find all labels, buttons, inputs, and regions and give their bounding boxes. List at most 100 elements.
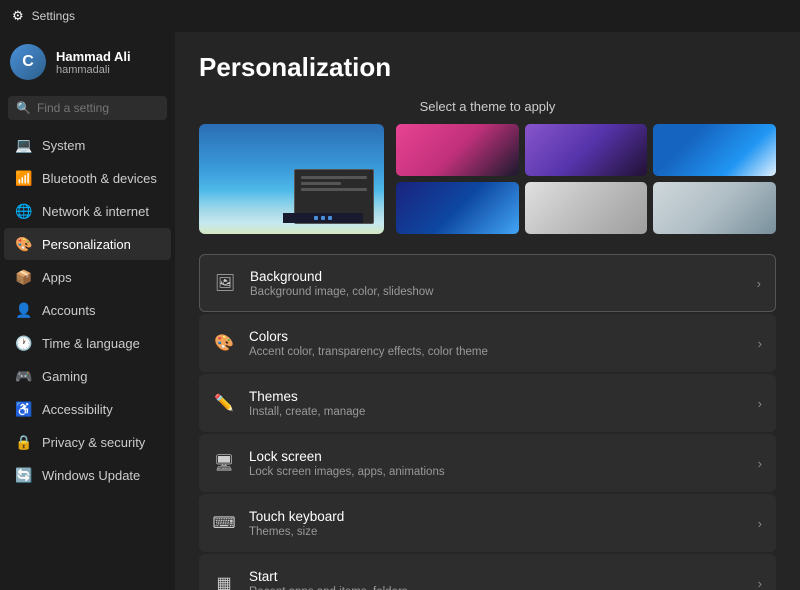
sidebar-item-apps[interactable]: 📦 Apps <box>4 261 171 293</box>
sidebar-item-label-time: Time & language <box>42 336 140 351</box>
search-input[interactable] <box>37 101 159 115</box>
sidebar-item-system[interactable]: 💻 System <box>4 129 171 161</box>
search-box[interactable]: 🔍 <box>8 96 167 120</box>
sidebar-item-label-gaming: Gaming <box>42 369 88 384</box>
theme-thumb-3[interactable] <box>653 124 776 176</box>
settings-item-title-themes: Themes <box>249 389 744 404</box>
theme-thumb-4[interactable] <box>396 182 519 234</box>
settings-item-lockscreen[interactable]: 🖥 Lock screen Lock screen images, apps, an… <box>199 434 776 492</box>
sidebar-item-accessibility[interactable]: ♿ Accessibility <box>4 393 171 425</box>
settings-item-text-colors: Colors Accent color, transparency effects… <box>249 329 744 358</box>
bluetooth-icon: 📶 <box>16 170 32 186</box>
preview-line <box>301 176 367 179</box>
personalization-icon: 🎨 <box>16 236 32 252</box>
sidebar-item-label-system: System <box>42 138 85 153</box>
privacy-icon: 🔒 <box>16 434 32 450</box>
taskbar-dot-2 <box>321 216 325 220</box>
user-info: Hammad Ali hammadali <box>56 49 131 76</box>
theme-thumb-6[interactable] <box>653 182 776 234</box>
chevron-right-icon: › <box>758 516 762 531</box>
theme-label: Select a theme to apply <box>199 99 776 114</box>
settings-item-background[interactable]: 🖼 Background Background image, color, slid… <box>199 254 776 312</box>
title-bar: ⚙ Settings <box>0 0 800 32</box>
theme-thumb-1[interactable] <box>396 124 519 176</box>
colors-icon: 🎨 <box>213 332 235 354</box>
preview-line-short <box>301 182 341 185</box>
settings-list: 🖼 Background Background image, color, slid… <box>199 254 776 590</box>
sidebar: C Hammad Ali hammadali 🔍 💻 System 📶 Bluetoo… <box>0 32 175 590</box>
settings-item-text-themes: Themes Install, create, manage <box>249 389 744 418</box>
page-title: Personalization <box>199 52 776 83</box>
themes-icon: ✏️ <box>213 392 235 414</box>
settings-item-desc-start: Recent apps and items, folders <box>249 586 744 590</box>
sidebar-item-personalization[interactable]: 🎨 Personalization <box>4 228 171 260</box>
sidebar-item-label-update: Windows Update <box>42 468 140 483</box>
settings-item-title-touchkeyboard: Touch keyboard <box>249 509 744 524</box>
settings-item-desc-themes: Install, create, manage <box>249 406 744 418</box>
start-icon: ▦ <box>213 572 235 590</box>
user-profile[interactable]: C Hammad Ali hammadali <box>0 32 175 92</box>
settings-item-title-colors: Colors <box>249 329 744 344</box>
network-icon: 🌐 <box>16 203 32 219</box>
settings-item-title-background: Background <box>250 269 743 284</box>
title-bar-text: Settings <box>32 9 75 23</box>
theme-section: Select a theme to apply <box>199 99 776 234</box>
taskbar-dot-3 <box>328 216 332 220</box>
settings-item-desc-lockscreen: Lock screen images, apps, animations <box>249 466 744 478</box>
settings-item-desc-colors: Accent color, transparency effects, colo… <box>249 346 744 358</box>
system-icon: 💻 <box>16 137 32 153</box>
settings-item-desc-background: Background image, color, slideshow <box>250 286 743 298</box>
settings-item-touchkeyboard[interactable]: ⌨ Touch keyboard Themes, size › <box>199 494 776 552</box>
theme-thumb-5[interactable] <box>525 182 648 234</box>
chevron-right-icon: › <box>758 396 762 411</box>
avatar: C <box>10 44 46 80</box>
sidebar-item-bluetooth[interactable]: 📶 Bluetooth & devices <box>4 162 171 194</box>
update-icon: 🔄 <box>16 467 32 483</box>
sidebar-item-update[interactable]: 🔄 Windows Update <box>4 459 171 491</box>
time-icon: 🕐 <box>16 335 32 351</box>
settings-icon: ⚙ <box>12 8 24 24</box>
settings-item-colors[interactable]: 🎨 Colors Accent color, transparency effect… <box>199 314 776 372</box>
sidebar-item-accounts[interactable]: 👤 Accounts <box>4 294 171 326</box>
lockscreen-icon: 🖥 <box>213 452 235 474</box>
sidebar-item-label-bluetooth: Bluetooth & devices <box>42 171 157 186</box>
search-icon: 🔍 <box>16 101 31 115</box>
theme-thumbnails <box>396 124 776 234</box>
chevron-right-icon: › <box>758 576 762 590</box>
sidebar-item-privacy[interactable]: 🔒 Privacy & security <box>4 426 171 458</box>
nav-list: 💻 System 📶 Bluetooth & devices 🌐 Network & in… <box>0 128 175 492</box>
sidebar-item-label-privacy: Privacy & security <box>42 435 145 450</box>
taskbar-dot-1 <box>314 216 318 220</box>
apps-icon: 📦 <box>16 269 32 285</box>
accounts-icon: 👤 <box>16 302 32 318</box>
gaming-icon: 🎮 <box>16 368 32 384</box>
touchkeyboard-icon: ⌨ <box>213 512 235 534</box>
sidebar-item-label-network: Network & internet <box>42 204 149 219</box>
settings-item-title-start: Start <box>249 569 744 584</box>
preview-screen <box>294 169 374 224</box>
settings-item-start[interactable]: ▦ Start Recent apps and items, folders › <box>199 554 776 590</box>
sidebar-item-label-apps: Apps <box>42 270 72 285</box>
accessibility-icon: ♿ <box>16 401 32 417</box>
sidebar-item-label-personalization: Personalization <box>42 237 131 252</box>
settings-item-text-lockscreen: Lock screen Lock screen images, apps, ani… <box>249 449 744 478</box>
settings-item-text-start: Start Recent apps and items, folders <box>249 569 744 590</box>
sidebar-item-network[interactable]: 🌐 Network & internet <box>4 195 171 227</box>
user-name: Hammad Ali <box>56 49 131 64</box>
settings-item-desc-touchkeyboard: Themes, size <box>249 526 744 538</box>
settings-item-text-background: Background Background image, color, slide… <box>250 269 743 298</box>
preview-line-2 <box>301 188 367 191</box>
settings-item-themes[interactable]: ✏️ Themes Install, create, manage › <box>199 374 776 432</box>
content-area: Personalization Select a theme to apply <box>175 32 800 590</box>
theme-thumb-2[interactable] <box>525 124 648 176</box>
theme-area <box>199 124 776 234</box>
settings-item-text-touchkeyboard: Touch keyboard Themes, size <box>249 509 744 538</box>
sidebar-item-label-accounts: Accounts <box>42 303 95 318</box>
settings-item-title-lockscreen: Lock screen <box>249 449 744 464</box>
chevron-right-icon: › <box>758 336 762 351</box>
sidebar-item-label-accessibility: Accessibility <box>42 402 113 417</box>
background-icon: 🖼 <box>214 272 236 294</box>
preview-image <box>199 124 384 234</box>
sidebar-item-time[interactable]: 🕐 Time & language <box>4 327 171 359</box>
sidebar-item-gaming[interactable]: 🎮 Gaming <box>4 360 171 392</box>
